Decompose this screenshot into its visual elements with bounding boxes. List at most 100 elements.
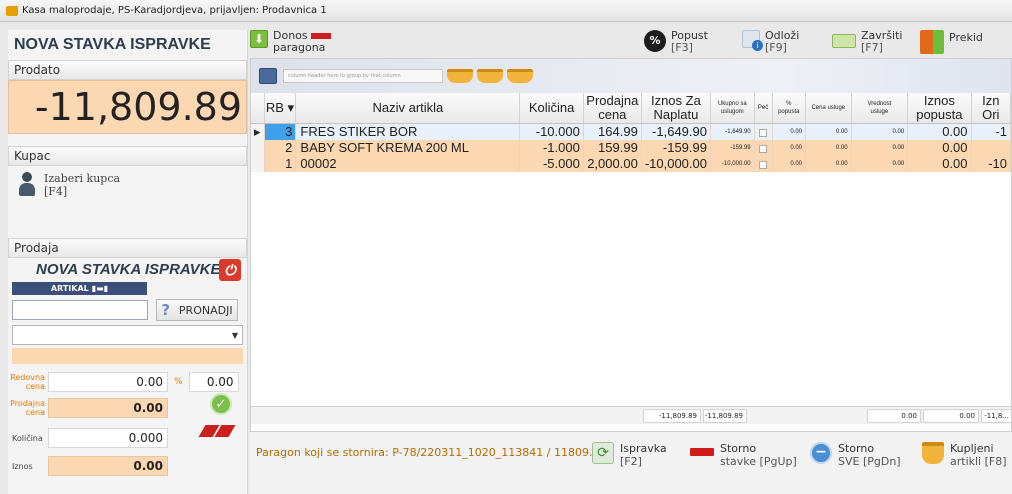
storno-items-key: stavke [PgUp]	[720, 455, 797, 468]
cell-discount[interactable]: 0.00	[907, 139, 972, 156]
col-header-service-price[interactable]: Cena usluge	[805, 93, 852, 124]
percent-symbol: %	[174, 377, 183, 387]
finish-cash-icon	[832, 34, 856, 48]
cell-service-price[interactable]: 0.00	[805, 139, 852, 156]
basket-icon-2[interactable]	[477, 69, 503, 83]
find-button[interactable]: ? PRONADJI	[156, 299, 238, 321]
window-title-bar: Kasa maloprodaje, PS-Karadjordjeva, prij…	[0, 0, 1012, 22]
cell-name[interactable]: BABY SOFT KREMA 200 ML	[295, 139, 521, 156]
storno-info: Paragon koji se stornira: P-78/220311_10…	[256, 446, 607, 459]
print-icon[interactable]	[259, 68, 277, 84]
cell-orig[interactable]: -1	[971, 123, 1011, 140]
cell-total[interactable]: -159.99	[710, 139, 755, 156]
cell-discount[interactable]: 0.00	[907, 155, 972, 172]
percent-field[interactable]: 0.00	[188, 372, 239, 392]
finish-button[interactable]: Završiti [F7]	[832, 30, 902, 54]
sale-title: NOVA STAVKA ISPRAVKE ⏻	[8, 258, 247, 281]
cell-rb[interactable]: 3	[264, 123, 297, 140]
cell-pec[interactable]	[754, 155, 773, 172]
ispravka-label: Ispravka	[620, 442, 667, 455]
cancel-button[interactable]: Prekid	[920, 30, 983, 54]
cell-total[interactable]: -1,649.90	[710, 123, 755, 140]
col-header-qty[interactable]: Količina	[519, 93, 584, 124]
col-header-rb[interactable]: RB ▾	[264, 93, 297, 124]
col-header-amount[interactable]: Iznos Za Naplatu	[641, 93, 711, 124]
chevron-down-icon: ▼	[231, 330, 238, 340]
table-row[interactable]: 2 BABY SOFT KREMA 200 ML -1.000 159.99 -…	[251, 139, 1011, 156]
footer-orig-b: -11,8...	[981, 409, 1011, 423]
help-question-icon: ?	[161, 301, 171, 319]
bought-key: artikli [F8]	[950, 455, 1007, 468]
cell-orig[interactable]: -10	[971, 155, 1011, 172]
basket-icon	[922, 442, 944, 464]
eraser-icon[interactable]	[198, 425, 236, 437]
pec-checkbox[interactable]	[759, 144, 768, 153]
cell-amount[interactable]: -10,000.00	[641, 155, 711, 172]
article-dropdown[interactable]: ▼	[12, 325, 243, 345]
pec-checkbox[interactable]	[759, 128, 768, 137]
power-icon[interactable]: ⏻	[219, 259, 241, 281]
cell-qty[interactable]: -1.000	[519, 139, 584, 156]
table-row[interactable]: 1 00002 -5.000 2,000.00 -10,000.00 -10,0…	[251, 155, 1011, 172]
exit-door-icon	[920, 30, 944, 54]
table-row[interactable]: ▸ 3 FRES STIKER BOR -10.000 164.99 -1,64…	[251, 123, 1011, 140]
col-header-service-value[interactable]: Vrednost usluge	[851, 93, 909, 124]
cell-service-value[interactable]: 0.00	[851, 155, 909, 172]
quantity-field[interactable]: 0.000	[48, 428, 168, 448]
basket-icon-1[interactable]	[447, 69, 473, 83]
storno-all-key: SVE [PgDn]	[838, 455, 901, 468]
col-header-pec[interactable]: Peč	[754, 93, 773, 124]
cell-qty[interactable]: -10.000	[519, 123, 584, 140]
col-header-pct[interactable]: % popusta	[772, 93, 807, 124]
col-header-orig[interactable]: Izn Ori	[971, 93, 1011, 124]
artikal-tab-label: ARTIKAL	[50, 284, 89, 293]
col-header-name[interactable]: Naziv artikla	[295, 93, 521, 124]
cell-pct[interactable]: 0.00	[772, 139, 807, 156]
article-search-input[interactable]	[12, 300, 148, 320]
ispravka-key: [F2]	[620, 455, 642, 468]
postpone-button[interactable]: i Odloži [F9]	[742, 30, 799, 54]
col-header-discount[interactable]: Iznos popusta	[907, 93, 972, 124]
cell-price[interactable]: 2,000.00	[583, 155, 642, 172]
sale-price-label: Prodajna cena	[10, 399, 45, 417]
regular-price-field[interactable]: 0.00	[48, 372, 168, 392]
donos-paragona-button[interactable]: ⬇ Donos paragona	[250, 30, 332, 54]
bought-items-button[interactable]: Kupljeni artikli [F8]	[922, 442, 1007, 468]
cell-qty[interactable]: -5.000	[519, 155, 584, 172]
col-header-price[interactable]: Prodajna cena	[583, 93, 642, 124]
cell-price[interactable]: 159.99	[583, 139, 642, 156]
cell-total[interactable]: -10,000.00	[710, 155, 755, 172]
cell-price[interactable]: 164.99	[583, 123, 642, 140]
storno-barcode-icon	[690, 448, 714, 456]
confirm-check-icon[interactable]: ✓	[210, 393, 232, 415]
cell-rb[interactable]: 2	[264, 139, 297, 156]
col-header-total[interactable]: Ukupno sa uslugom	[710, 93, 755, 124]
discount-button[interactable]: % Popust [F3]	[644, 30, 708, 54]
items-grid: column header here to group by that colu…	[250, 58, 1012, 432]
storno-all-button[interactable]: − Storno SVE [PgDn]	[810, 442, 901, 468]
cell-service-price[interactable]: 0.00	[805, 123, 852, 140]
footer-total-sum: -11,809.89	[703, 409, 747, 423]
amount-label: Iznos	[12, 461, 33, 471]
cell-pec[interactable]	[754, 123, 773, 140]
cell-pct[interactable]: 0.00	[772, 123, 807, 140]
cell-pec[interactable]	[754, 139, 773, 156]
ispravka-button[interactable]: ⟳ Ispravka [F2]	[592, 442, 667, 468]
cell-discount[interactable]: 0.00	[907, 123, 972, 140]
row-indicator	[251, 155, 265, 172]
cell-service-value[interactable]: 0.00	[851, 139, 909, 156]
choose-customer-button[interactable]: Izaberi kupca [F4]	[8, 166, 247, 232]
basket-icon-3[interactable]	[507, 69, 533, 83]
cell-name[interactable]: 00002	[295, 155, 521, 172]
storno-items-button[interactable]: Storno stavke [PgUp]	[690, 442, 797, 468]
artikal-tab[interactable]: ARTIKAL ▮▬▮	[12, 282, 147, 295]
cell-pct[interactable]: 0.00	[772, 155, 807, 172]
cell-service-value[interactable]: 0.00	[851, 123, 909, 140]
cell-rb[interactable]: 1	[264, 155, 297, 172]
cell-amount[interactable]: -159.99	[641, 139, 711, 156]
pec-checkbox[interactable]	[759, 160, 768, 169]
cell-service-price[interactable]: 0.00	[805, 155, 852, 172]
cell-name[interactable]: FRES STIKER BOR	[295, 123, 521, 140]
cell-amount[interactable]: -1,649.90	[641, 123, 711, 140]
cell-orig[interactable]	[971, 139, 1011, 156]
